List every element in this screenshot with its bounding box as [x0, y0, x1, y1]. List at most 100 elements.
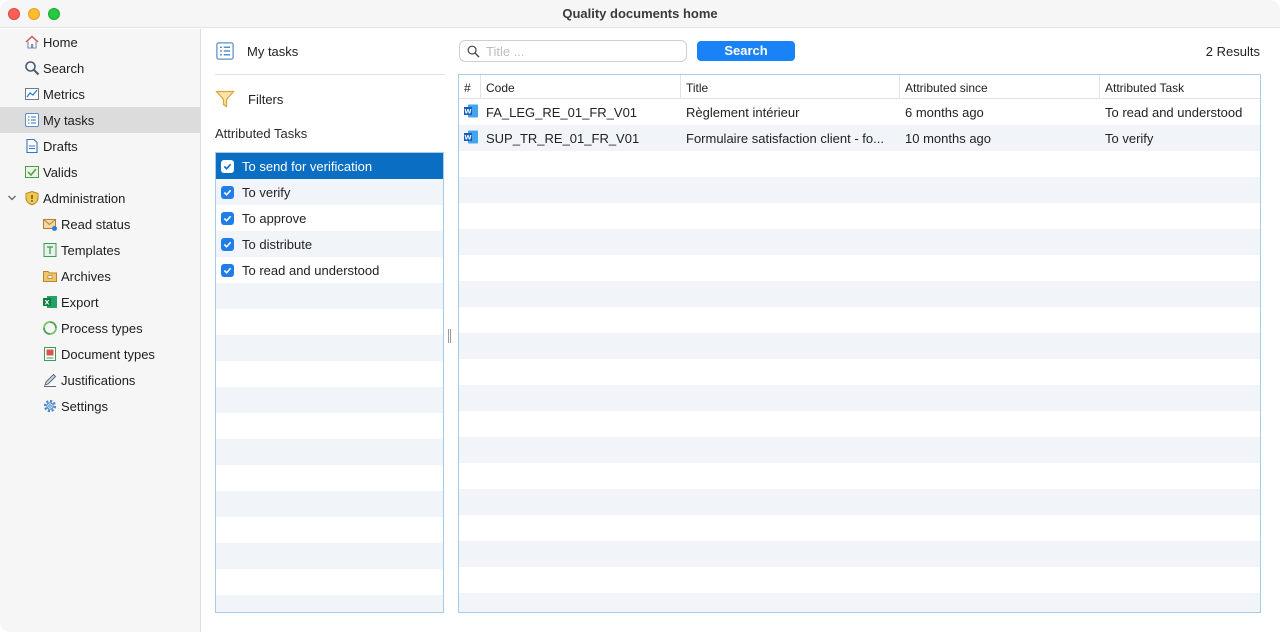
column-header-attributed-since[interactable]: Attributed since: [900, 75, 1100, 99]
document-types-icon: [42, 346, 58, 362]
valids-icon: [24, 164, 40, 180]
checkbox[interactable]: [221, 237, 234, 251]
row-code: FA_LEG_RE_01_FR_V01: [486, 104, 638, 120]
svg-text:W: W: [464, 133, 471, 141]
empty-row: [216, 491, 443, 517]
svg-text:X: X: [44, 299, 49, 307]
table-row[interactable]: W SUP_TR_RE_01_FR_V01 Formulaire satisfa…: [459, 125, 1260, 151]
archives-icon: [42, 268, 58, 284]
sidebar-item-drafts[interactable]: Drafts: [0, 133, 200, 159]
search-button[interactable]: Search: [697, 41, 795, 61]
window-title: Quality documents home: [562, 6, 718, 21]
sidebar-item-label: My tasks: [43, 112, 95, 128]
sidebar-item-label: Drafts: [43, 138, 78, 154]
panel-title: My tasks: [247, 43, 299, 59]
task-filter-label: To send for verification: [242, 158, 373, 174]
column-header-title[interactable]: Title: [681, 75, 900, 99]
app-window: Quality documents home Home Search Metri…: [0, 0, 1280, 632]
sidebar-item-administration[interactable]: Administration: [0, 185, 200, 211]
empty-row: [216, 517, 443, 543]
row-attributed-since: 10 months ago: [905, 130, 992, 146]
sidebar-item-label: Export: [61, 294, 99, 310]
empty-row: [216, 335, 443, 361]
empty-row: [459, 567, 1260, 593]
drafts-icon: [24, 138, 40, 154]
sidebar-item-justifications[interactable]: Justifications: [0, 367, 200, 393]
sidebar-item-home[interactable]: Home: [0, 29, 200, 55]
empty-row: [459, 385, 1260, 411]
chevron-down-icon[interactable]: [7, 193, 17, 203]
checkbox[interactable]: [221, 185, 234, 199]
row-attributed-since: 6 months ago: [905, 104, 984, 120]
excel-icon: X: [42, 294, 58, 310]
checkbox[interactable]: [221, 211, 234, 225]
filter-funnel-icon: [215, 89, 235, 109]
task-filter-label: To read and understood: [242, 262, 380, 278]
empty-row: [459, 151, 1260, 177]
empty-row: [216, 387, 443, 413]
sidebar-item-my-tasks[interactable]: My tasks: [0, 107, 200, 133]
sidebar-item-process-types[interactable]: Process types: [0, 315, 200, 341]
task-filter-distribute[interactable]: To distribute: [216, 231, 443, 257]
empty-row: [216, 361, 443, 387]
table-row[interactable]: W FA_LEG_RE_01_FR_V01 Règlement intérieu…: [459, 99, 1260, 125]
sidebar-item-label: Document types: [61, 346, 155, 362]
word-doc-icon: W: [463, 103, 479, 119]
filters-panel: My tasks Filters Attributed Tasks To sen…: [201, 29, 451, 632]
empty-row: [216, 413, 443, 439]
sidebar-item-label: Metrics: [43, 86, 85, 102]
sidebar-item-valids[interactable]: Valids: [0, 159, 200, 185]
search-input[interactable]: [486, 43, 676, 59]
row-doc-type: W: [459, 129, 481, 148]
sidebar: Home Search Metrics My tasks Drafts Vali…: [0, 29, 201, 632]
sidebar-item-label: Templates: [61, 242, 121, 258]
sidebar-item-settings[interactable]: Settings: [0, 393, 200, 419]
my-tasks-header: My tasks: [215, 41, 298, 61]
sidebar-item-templates[interactable]: Templates: [0, 237, 200, 263]
empty-row: [459, 411, 1260, 437]
pen-icon: [42, 372, 58, 388]
sidebar-item-export[interactable]: X Export: [0, 289, 200, 315]
column-header-number[interactable]: #: [459, 75, 481, 99]
divider: [215, 74, 445, 75]
empty-row: [459, 489, 1260, 515]
task-filter-label: To approve: [242, 210, 307, 226]
tasks-table: # Code Title Attributed since Attributed…: [458, 74, 1261, 613]
sidebar-item-search[interactable]: Search: [0, 55, 200, 81]
tasks-icon: [215, 41, 235, 61]
task-filter-label: To verify: [242, 184, 291, 200]
empty-row: [459, 177, 1260, 203]
row-doc-type: W: [459, 103, 481, 122]
empty-row: [216, 283, 443, 309]
filters-label: Filters: [248, 91, 284, 107]
sidebar-item-metrics[interactable]: Metrics: [0, 81, 200, 107]
checkbox[interactable]: [221, 159, 234, 173]
sidebar-item-label: Justifications: [61, 372, 136, 388]
sidebar-item-archives[interactable]: Archives: [0, 263, 200, 289]
empty-row: [459, 281, 1260, 307]
task-filter-send-for-verification[interactable]: To send for verification: [216, 153, 443, 179]
task-filter-approve[interactable]: To approve: [216, 205, 443, 231]
column-header-attributed-task[interactable]: Attributed Task: [1100, 75, 1260, 99]
results-panel: Search 2 Results # Code Title Attributed…: [451, 29, 1280, 632]
empty-row: [216, 543, 443, 569]
title-bar: Quality documents home: [0, 0, 1280, 28]
empty-row: [459, 463, 1260, 489]
empty-row: [459, 593, 1260, 612]
task-filter-label: To distribute: [242, 236, 313, 252]
sidebar-item-read-status[interactable]: Read status: [0, 211, 200, 237]
tasks-icon: [24, 112, 40, 128]
filters-header: Filters: [215, 89, 283, 109]
empty-row: [459, 333, 1260, 359]
empty-row: [216, 465, 443, 491]
checkbox[interactable]: [221, 263, 234, 277]
empty-row: [459, 203, 1260, 229]
sidebar-item-document-types[interactable]: Document types: [0, 341, 200, 367]
empty-row: [459, 437, 1260, 463]
svg-text:W: W: [464, 107, 471, 115]
sidebar-item-label: Home: [43, 34, 78, 50]
column-header-code[interactable]: Code: [481, 75, 681, 99]
search-field[interactable]: [459, 40, 687, 62]
task-filter-verify[interactable]: To verify: [216, 179, 443, 205]
task-filter-read-and-understood[interactable]: To read and understood: [216, 257, 443, 283]
